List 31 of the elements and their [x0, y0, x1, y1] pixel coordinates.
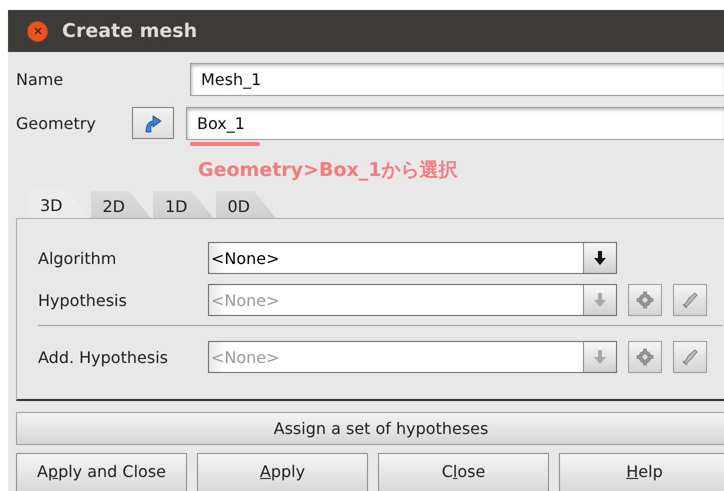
field-label: Add. Hypothesis — [38, 348, 169, 366]
dialog-button[interactable]: Apply and Close — [16, 453, 187, 491]
brush-icon — [680, 290, 700, 310]
brush-icon — [680, 347, 700, 367]
field-label: Algorithm — [38, 248, 118, 268]
field-label: Hypothesis — [38, 290, 128, 310]
dialog-button[interactable]: Apply — [197, 453, 368, 491]
close-button[interactable] — [27, 20, 48, 42]
close-icon — [34, 27, 42, 35]
annotation-text: Geometry>Box_1から選択 — [198, 158, 458, 183]
geometry-field[interactable]: Box_1 — [186, 106, 724, 140]
tab[interactable]: 2D — [90, 191, 151, 218]
window-title: Create mesh — [62, 20, 198, 42]
dialog-button[interactable]: Help — [559, 453, 724, 491]
down-arrow-icon — [593, 292, 607, 308]
field-label: Name — [16, 70, 64, 88]
gear-icon — [635, 347, 655, 367]
name-field[interactable]: Mesh_1 — [190, 62, 724, 96]
dropdown[interactable]: <None> — [208, 242, 617, 274]
tab[interactable]: 0D — [216, 191, 276, 218]
highlight-underline — [190, 142, 260, 146]
down-arrow-icon — [593, 250, 607, 266]
assign-button[interactable]: Assign a set of hypotheses — [16, 412, 724, 445]
gear-icon — [635, 290, 655, 310]
brush-button[interactable] — [673, 341, 707, 373]
brush-button[interactable] — [673, 284, 707, 316]
tab[interactable]: 1D — [153, 191, 214, 218]
down-arrow-icon — [593, 349, 607, 365]
select-button[interactable] — [132, 107, 174, 139]
field-label: Geometry — [16, 114, 97, 132]
dialog-button[interactable]: Close — [378, 453, 549, 491]
